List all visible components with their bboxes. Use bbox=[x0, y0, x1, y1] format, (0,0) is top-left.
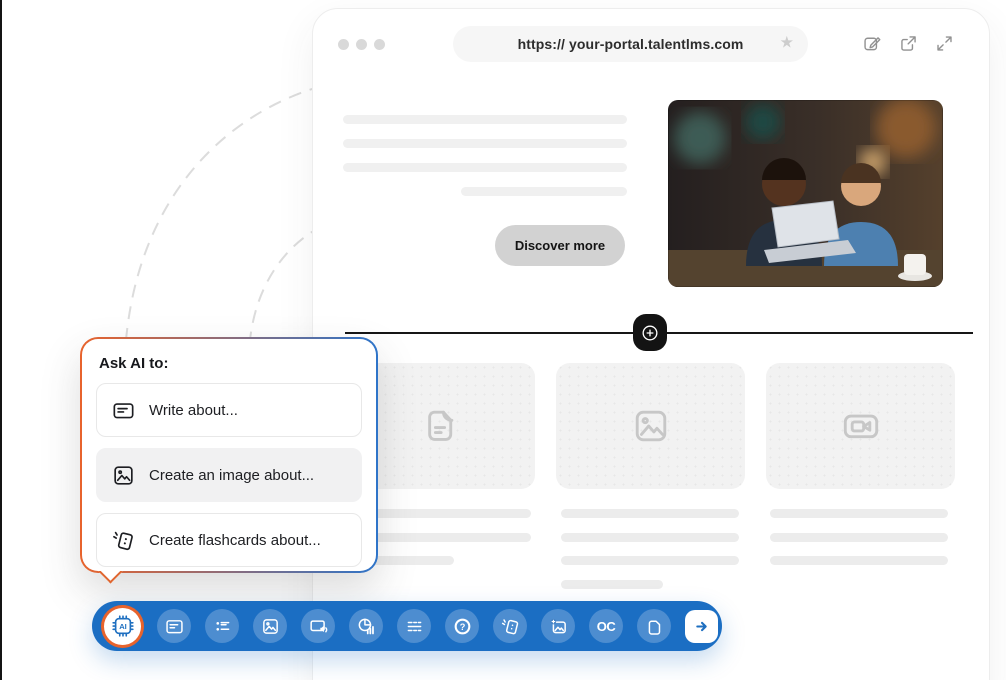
ai-chip-icon: AI bbox=[110, 613, 136, 639]
write-icon bbox=[111, 398, 136, 423]
page-canvas: https:// your-portal.talentlms.com ★ Dis… bbox=[0, 0, 1006, 680]
svg-text:?: ? bbox=[459, 621, 465, 631]
document-icon bbox=[417, 403, 463, 449]
edit-icon[interactable] bbox=[862, 33, 883, 54]
ai-image-icon bbox=[548, 616, 569, 637]
window-dot[interactable] bbox=[356, 39, 367, 50]
skeleton-line bbox=[343, 115, 627, 124]
create-image-icon bbox=[111, 463, 136, 488]
svg-text:AI: AI bbox=[119, 622, 127, 631]
menu-item-write-about[interactable]: Write about... bbox=[96, 383, 362, 437]
section-lines-icon bbox=[404, 616, 425, 637]
toolbar-divider-block-button[interactable] bbox=[397, 609, 431, 643]
skeleton-line bbox=[770, 556, 948, 565]
oc-label: OC bbox=[597, 619, 616, 634]
toolbar-submit-button[interactable] bbox=[685, 610, 718, 643]
question-icon: ? bbox=[452, 616, 473, 637]
skeleton-line bbox=[343, 163, 627, 172]
toolbar-question-block-button[interactable]: ? bbox=[445, 609, 479, 643]
menu-item-label: Create flashcards about... bbox=[149, 532, 321, 549]
menu-item-create-flashcards[interactable]: Create flashcards about... bbox=[96, 513, 362, 567]
skeleton-line bbox=[561, 580, 663, 589]
toolbar-flashcards-block-button[interactable] bbox=[493, 609, 527, 643]
page-icon bbox=[644, 616, 665, 637]
placeholder-card-image bbox=[556, 363, 745, 489]
text-block-icon bbox=[164, 616, 185, 637]
ask-ai-title: Ask AI to: bbox=[99, 355, 362, 372]
placeholder-card-video bbox=[766, 363, 955, 489]
toolbar-presentation-block-button[interactable] bbox=[301, 609, 335, 643]
toolbar-ai-image-block-button[interactable] bbox=[541, 609, 575, 643]
skeleton-line bbox=[461, 187, 627, 196]
skeleton-line bbox=[561, 509, 739, 518]
menu-item-create-image[interactable]: Create an image about... bbox=[96, 448, 362, 502]
toolbar-chart-block-button[interactable] bbox=[349, 609, 383, 643]
flashcards-icon bbox=[500, 616, 521, 637]
ai-block-toolbar: AI bbox=[92, 601, 722, 651]
arrow-right-icon bbox=[691, 616, 712, 637]
skeleton-line bbox=[561, 533, 739, 542]
toolbar-oc-button[interactable]: OC bbox=[589, 609, 623, 643]
toolbar-ai-assistant-button[interactable]: AI bbox=[104, 608, 141, 645]
create-flashcards-icon bbox=[111, 528, 136, 553]
ask-ai-popup: Ask AI to: Write about... Create an imag… bbox=[80, 337, 378, 573]
open-in-new-icon[interactable] bbox=[898, 33, 919, 54]
image-icon bbox=[260, 616, 281, 637]
window-controls[interactable] bbox=[338, 39, 385, 50]
video-icon bbox=[838, 403, 884, 449]
chart-icon bbox=[356, 616, 377, 637]
toolbar-pages-block-button[interactable] bbox=[637, 609, 671, 643]
menu-item-label: Create an image about... bbox=[149, 467, 314, 484]
window-dot[interactable] bbox=[338, 39, 349, 50]
menu-item-label: Write about... bbox=[149, 402, 238, 419]
browser-actions bbox=[862, 33, 955, 54]
list-icon bbox=[212, 616, 233, 637]
toolbar-image-block-button[interactable] bbox=[253, 609, 287, 643]
discover-more-button[interactable]: Discover more bbox=[495, 225, 625, 266]
toolbar-text-block-button[interactable] bbox=[157, 609, 191, 643]
skeleton-line bbox=[770, 509, 948, 518]
skeleton-line bbox=[770, 533, 948, 542]
bookmark-star-icon[interactable]: ★ bbox=[780, 35, 794, 51]
skeleton-line bbox=[343, 139, 627, 148]
hero-photo bbox=[668, 100, 943, 287]
add-block-button[interactable] bbox=[633, 314, 667, 351]
url-text: https:// your-portal.talentlms.com bbox=[518, 36, 744, 52]
image-icon bbox=[628, 403, 674, 449]
window-dot[interactable] bbox=[374, 39, 385, 50]
plus-circle-icon bbox=[640, 323, 660, 343]
address-bar[interactable]: https:// your-portal.talentlms.com ★ bbox=[453, 26, 808, 62]
presentation-audio-icon bbox=[308, 616, 329, 637]
frame-edge-line bbox=[0, 0, 2, 680]
toolbar-list-block-button[interactable] bbox=[205, 609, 239, 643]
expand-icon[interactable] bbox=[934, 33, 955, 54]
skeleton-line bbox=[561, 556, 739, 565]
